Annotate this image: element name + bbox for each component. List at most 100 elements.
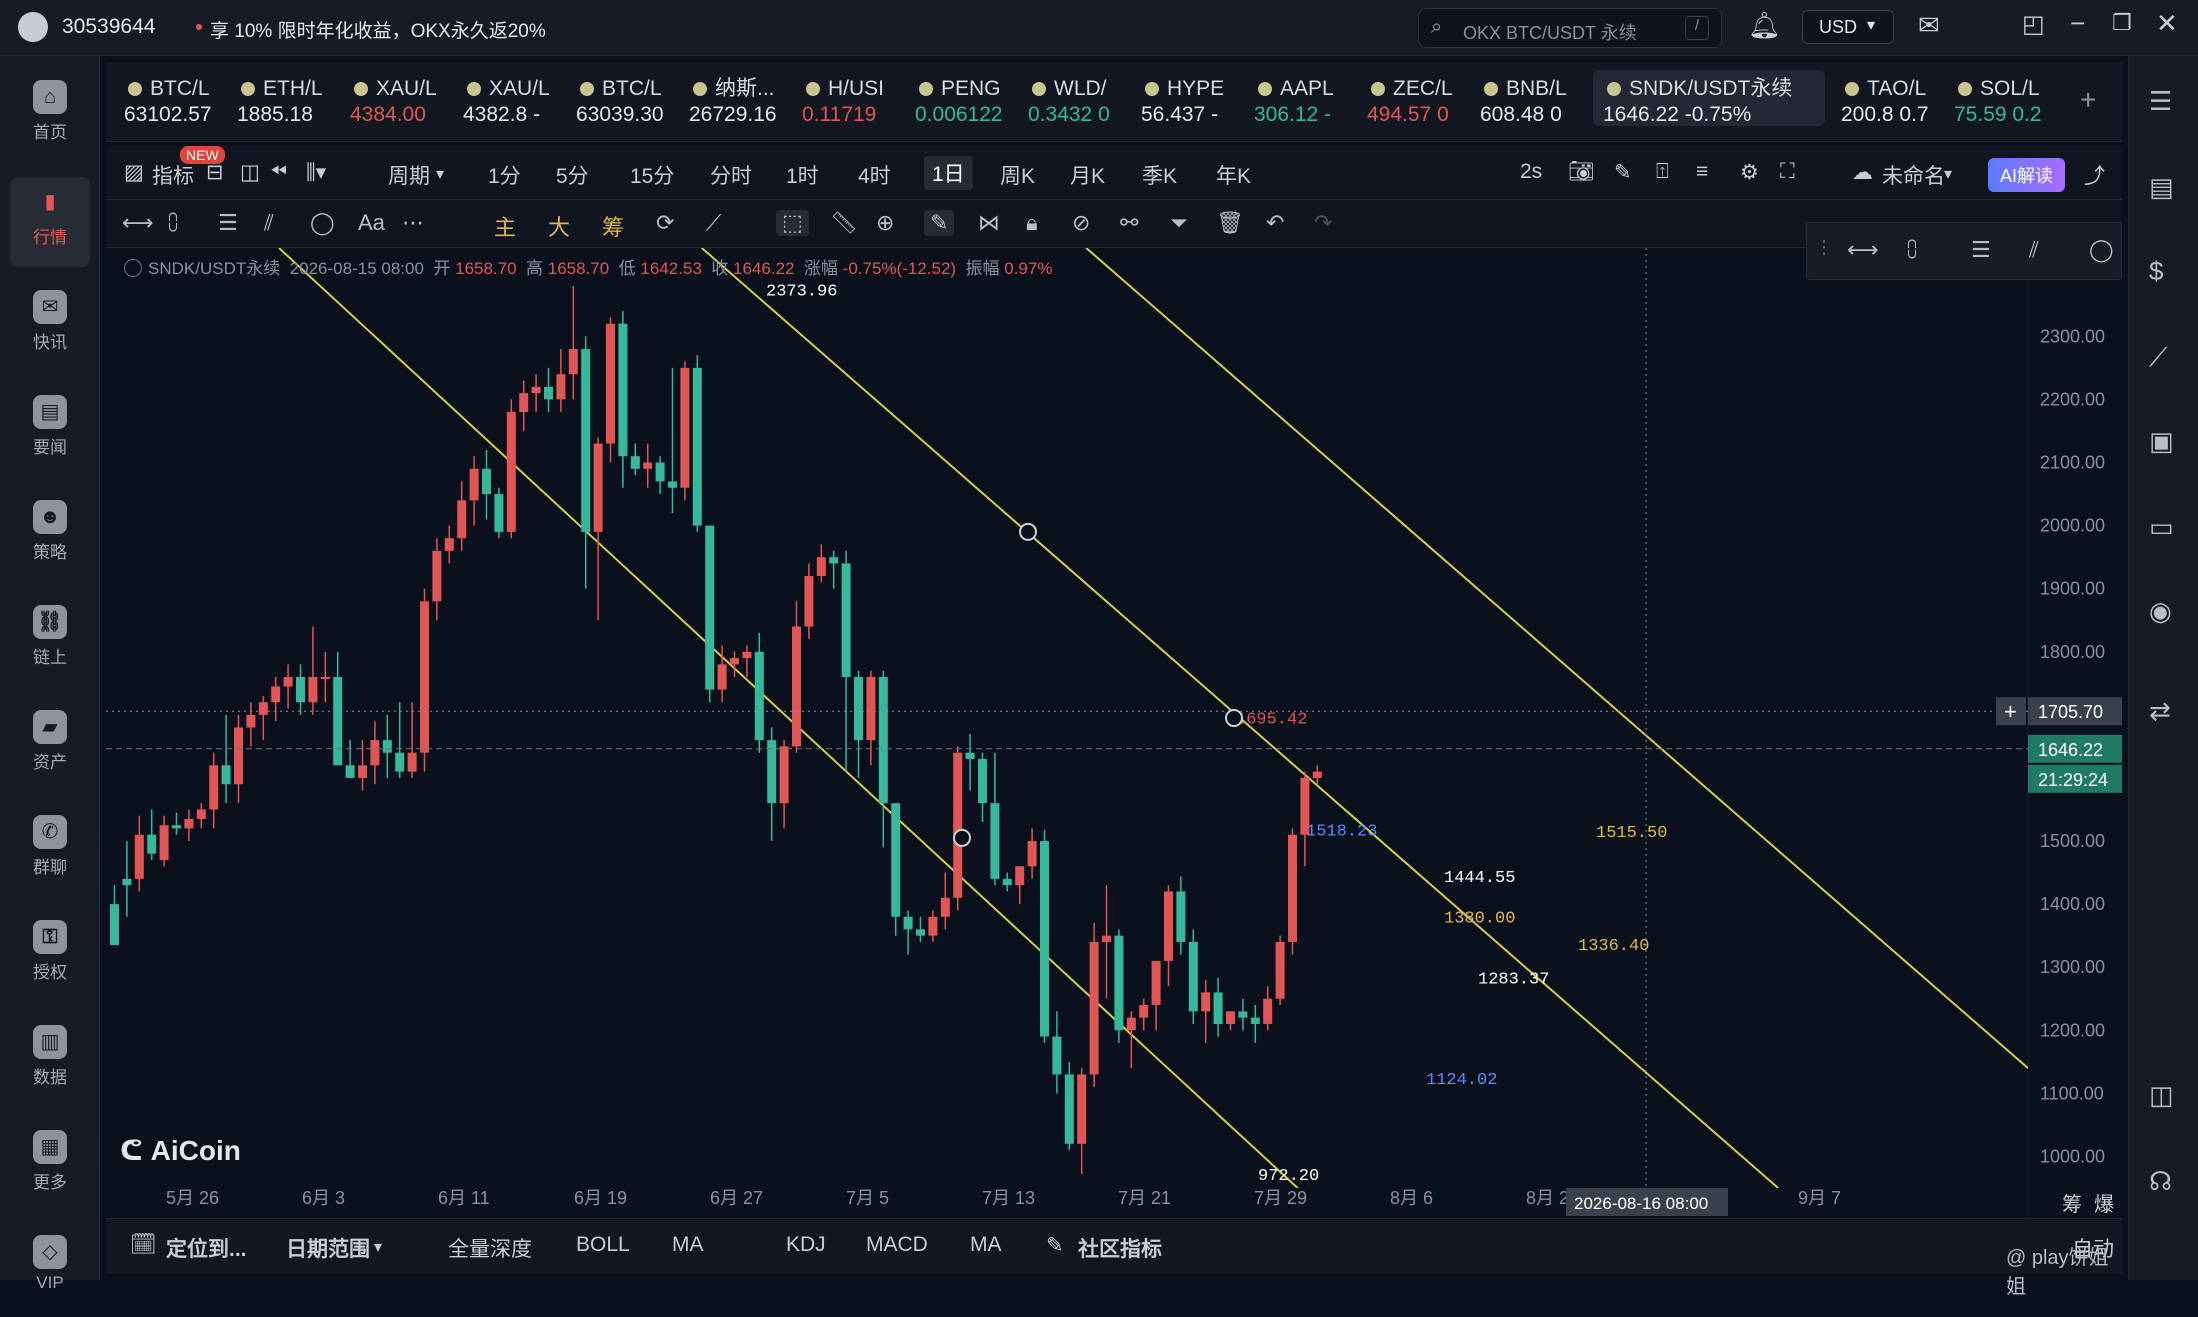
bottom-item-macd[interactable]: MACD (866, 1233, 928, 1257)
interval-3[interactable]: 分时 (710, 160, 752, 190)
main-indicator-toggle[interactable]: 主 (494, 210, 516, 242)
interval-6[interactable]: 1日 (924, 156, 973, 190)
sidebar-item-11[interactable]: ◇ VIP (10, 1227, 90, 1317)
sidebar-layout-icon[interactable]: ◫ (2149, 1080, 2174, 1111)
sidebar-item-10[interactable]: ▦ 更多 (10, 1122, 90, 1212)
ticker-item[interactable]: HYPE 56.437 - (1141, 76, 1251, 128)
float-lines-icon[interactable]: ☰ (1971, 237, 1991, 263)
sidebar-item-2[interactable]: ✉ 快讯 (10, 282, 90, 372)
interval-9[interactable]: 季K (1142, 160, 1177, 190)
channel-tool-icon[interactable]: ⫽ (264, 210, 274, 236)
magnet-icon[interactable]: ⋈ (978, 210, 1000, 236)
interval-8[interactable]: 月K (1070, 160, 1105, 190)
ticker-item[interactable]: ETH/L 1885.18 (237, 76, 347, 128)
headset-icon[interactable]: ☊ (2149, 1166, 2172, 1197)
period-select[interactable]: 周期 (388, 160, 430, 190)
big-indicator-toggle[interactable]: 大 (548, 210, 570, 242)
bell-icon[interactable]: 🔔︎ (1748, 10, 1781, 41)
ticker-item[interactable]: XAU/L 4382.8 - (463, 76, 573, 128)
ticker-item[interactable]: AAPL 306.12 - (1254, 76, 1364, 128)
bottom-item-ma2[interactable]: MA (970, 1233, 1002, 1257)
ticker-item[interactable]: BTC/L 63039.30 (576, 76, 686, 128)
bottom-item-kdj[interactable]: KDJ (786, 1233, 826, 1257)
ticker-item[interactable]: BTC/L 63102.57 (124, 76, 234, 128)
promo-banner[interactable]: 享 10% 限时年化收益，OKX永久返20% (210, 16, 546, 43)
more-tools-icon[interactable]: ⋯ (402, 210, 424, 236)
link-icon[interactable]: ⚯ (1120, 210, 1138, 236)
swap-icon[interactable]: ⇄ (2149, 696, 2171, 727)
lock-icon[interactable]: 🔒︎ (1026, 210, 1038, 236)
text-tool-icon[interactable]: Aa (358, 210, 385, 236)
user-avatar[interactable] (18, 12, 48, 42)
float-ellipse-icon[interactable]: ◯ (2089, 237, 2114, 263)
interval-1[interactable]: 5分 (556, 160, 589, 190)
ticker-item[interactable]: WLD/0.3432 0 (1028, 76, 1138, 128)
depth-icon[interactable]: ⟋ (2149, 342, 2167, 374)
list-icon[interactable]: ≡ (1696, 160, 1708, 184)
indicator-icon[interactable]: ▨ (124, 160, 144, 185)
ticker-item[interactable]: XAU/L 4384.00 (350, 76, 460, 128)
float-channel-icon[interactable]: ⫽ (2029, 237, 2039, 263)
interval-5[interactable]: 4时 (858, 160, 891, 190)
ellipse-tool-icon[interactable]: ◯ (310, 210, 335, 236)
candlestick-chart[interactable]: 2400.002300.002200.002100.002000.001900.… (106, 248, 2122, 1218)
interval-2[interactable]: 15分 (630, 160, 674, 190)
undo-icon[interactable]: ↶ (1266, 210, 1284, 236)
restore-icon[interactable]: ❐ (2112, 10, 2132, 36)
chart-area[interactable]: 2400.002300.002200.002100.002000.001900.… (106, 248, 2122, 1218)
sidebar-item-7[interactable]: ✆ 群聊 (10, 807, 90, 897)
bottom-item-ma[interactable]: MA (672, 1233, 704, 1257)
panel-list-icon[interactable]: ☰ (2149, 86, 2172, 117)
zoom-icon[interactable]: ⊕ (876, 210, 894, 236)
camera-icon[interactable]: 📷︎ (1568, 160, 1595, 184)
layout-name-select[interactable]: 未命名 (1882, 160, 1945, 190)
sidebar-item-6[interactable]: ▰ 资产 (10, 702, 90, 792)
interval-10[interactable]: 年K (1216, 160, 1251, 190)
locate-button[interactable]: 定位到... (166, 1233, 247, 1263)
sidebar-item-1[interactable]: ▮ 行情 (10, 177, 90, 267)
fullscreen-icon[interactable]: ⛶ (1780, 160, 1795, 184)
close-icon[interactable]: ✕ (2156, 8, 2178, 39)
chart-type-icon[interactable]: ⫼▾ (306, 160, 326, 185)
settings-icon[interactable]: ⚙ (1740, 160, 1759, 185)
replay-icon[interactable]: ⏪︎ (270, 160, 287, 184)
sidebar-item-4[interactable]: ☻ 策略 (10, 492, 90, 582)
sidebar-item-0[interactable]: ⌂ 首页 (10, 72, 90, 162)
bottom-item-depth[interactable]: 全量深度 (448, 1233, 532, 1263)
sidebar-item-5[interactable]: ⛓ 链上 (10, 597, 90, 687)
cursor-tool-icon[interactable]: ⬚ (776, 210, 809, 236)
hline-tool-icon[interactable]: ⟷ (122, 210, 154, 236)
alert-icon[interactable]: ⍐ (1656, 160, 1669, 184)
ticker-item[interactable]: SOL/L 75.59 0.2 (1954, 76, 2064, 128)
compare-icon[interactable]: ◫ (240, 160, 260, 185)
template-icon[interactable]: ⊟ (206, 160, 224, 185)
trend-tool-icon[interactable]: ⟋ (706, 210, 721, 236)
etf-icon[interactable]: ▭ (2149, 512, 2174, 543)
interval-7[interactable]: 周K (1000, 160, 1035, 190)
burst-label[interactable]: 爆 (2094, 1188, 2114, 1217)
monitor-icon[interactable]: ▣ (2149, 426, 2174, 457)
float-hline-icon[interactable]: ⟷ (1847, 237, 1879, 263)
trade-icon[interactable]: $ (2149, 256, 2163, 287)
draw-mode-icon[interactable]: ✎ (924, 210, 955, 236)
float-ruler-icon[interactable]: ⩇ (1907, 237, 1917, 263)
ai-interpret-button[interactable]: AI解读 (1988, 158, 2066, 192)
orderbook-icon[interactable]: ▤ (2149, 172, 2174, 203)
add-ticker-icon[interactable]: + (2080, 84, 2096, 116)
sync-icon[interactable]: ⟳ (656, 210, 674, 236)
ticker-item[interactable]: TAO/L 200.8 0.7 (1841, 76, 1951, 128)
drag-handle-icon[interactable]: ⋮ (1815, 237, 1833, 258)
ticker-item[interactable]: BNB/L 608.48 0 (1480, 76, 1590, 128)
chips-label[interactable]: 筹 (2062, 1188, 2082, 1217)
mail-icon[interactable]: ✉ (1918, 10, 1940, 41)
user-id[interactable]: 30539644 (62, 15, 155, 39)
ticker-item[interactable]: H/USI 0.11719 (802, 76, 912, 128)
bottom-item-boll[interactable]: BOLL (576, 1233, 630, 1257)
sidebar-item-9[interactable]: ▥ 数据 (10, 1017, 90, 1107)
ticker-item[interactable]: ZEC/L 494.57 0 (1367, 76, 1477, 128)
chips-indicator-toggle[interactable]: 筹 (602, 210, 624, 242)
ticker-item[interactable]: 纳斯... 26729.16 (689, 76, 799, 128)
redo-icon[interactable]: ↷ (1314, 210, 1332, 236)
refresh-rate[interactable]: 2s (1520, 160, 1542, 184)
currency-select[interactable]: USD ▾ (1802, 10, 1894, 44)
